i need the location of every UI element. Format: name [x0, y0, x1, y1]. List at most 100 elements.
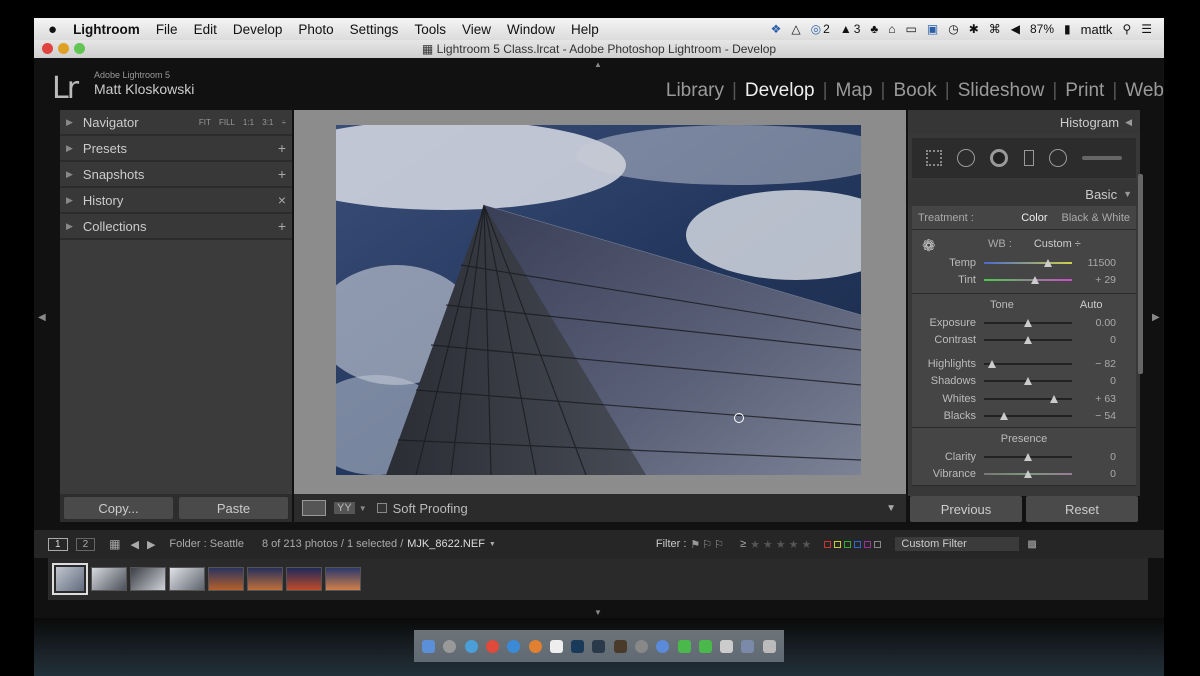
airplay-icon[interactable]: ▣ [927, 22, 938, 36]
slider-value[interactable]: + 63 [1072, 393, 1116, 405]
slider-value[interactable]: 0 [1072, 375, 1116, 387]
finder-icon[interactable] [422, 639, 436, 653]
close-window-button[interactable] [42, 43, 53, 54]
toolbar-content-menu-icon[interactable]: ▼ [886, 503, 896, 514]
notification-center-icon[interactable]: ☰ [1141, 22, 1152, 36]
building-photo[interactable] [336, 125, 861, 475]
menu-photo[interactable]: Photo [290, 22, 341, 37]
collapse-left-panel-icon[interactable]: ◀ [38, 312, 46, 323]
filmstrip-thumbnail[interactable] [246, 567, 283, 591]
color-label-filter[interactable] [824, 540, 882, 548]
file-dropdown-icon[interactable]: ▼ [489, 541, 496, 548]
slider-thumb[interactable] [1031, 275, 1040, 285]
star-rating-filter[interactable]: ★★★★★ [750, 538, 814, 551]
drive-icon[interactable]: △ [791, 22, 800, 36]
right-panel-scrollbar[interactable] [1138, 174, 1143, 374]
folder-source[interactable]: Folder : Seattle [169, 538, 244, 550]
menu-help[interactable]: Help [563, 22, 607, 37]
navigator-zoom-options[interactable]: FIT FILL 1:1 3:1 ÷ [199, 118, 286, 127]
menu-edit[interactable]: Edit [186, 22, 225, 37]
slider-track[interactable] [984, 318, 1072, 327]
menu-develop[interactable]: Develop [225, 22, 291, 37]
filmstrip-thumbnail[interactable] [51, 563, 88, 595]
module-library[interactable]: Library [658, 80, 732, 102]
module-map[interactable]: Map [828, 80, 881, 102]
paste-settings-button[interactable]: Paste [179, 497, 288, 519]
calendar-icon[interactable] [549, 639, 563, 653]
spotlight-search-icon[interactable]: ⚲ [1122, 22, 1131, 36]
slider-thumb[interactable] [1000, 411, 1009, 421]
history-header[interactable]: ▶ History × [60, 188, 292, 214]
wb-selector-eyedropper-icon[interactable]: ❁ [922, 236, 935, 256]
flag-filter-icons[interactable]: ⚑⚐⚐ [690, 538, 726, 551]
display-icon[interactable]: ▭ [906, 22, 917, 36]
collections-header[interactable]: ▶ Collections + [60, 214, 292, 240]
loupe-view-icon[interactable] [302, 500, 326, 516]
slider-track[interactable] [984, 394, 1072, 403]
navigator-header[interactable]: ▶ Navigator FIT FILL 1:1 3:1 ÷ [60, 110, 292, 136]
slider-thumb[interactable] [1024, 452, 1032, 461]
slider-value[interactable]: − 82 [1072, 358, 1116, 370]
collapse-filmstrip-icon[interactable]: ▼ [594, 608, 602, 617]
previous-button[interactable]: Previous [910, 496, 1022, 522]
soft-proofing-checkbox[interactable] [376, 503, 387, 513]
chrome-icon[interactable] [485, 639, 499, 653]
add-snapshot-button[interactable]: + [278, 166, 286, 182]
wb-dropdown[interactable]: Custom ÷ [1034, 238, 1081, 250]
slider-thumb[interactable] [987, 359, 996, 368]
menu-view[interactable]: View [454, 22, 499, 37]
filter-lock-icon[interactable]: ▩ [1027, 539, 1036, 550]
app-store-icon[interactable] [507, 639, 521, 653]
clear-history-button[interactable]: × [278, 192, 286, 208]
module-book[interactable]: Book [885, 80, 944, 102]
dropbox-icon[interactable]: ❖ [771, 22, 782, 36]
slider-track[interactable] [984, 258, 1072, 267]
slider-track[interactable] [984, 276, 1072, 285]
adjustment-brush-icon[interactable] [1082, 156, 1123, 160]
slider-thumb[interactable] [1024, 469, 1032, 479]
messages-icon[interactable] [677, 639, 691, 653]
slider-track[interactable] [984, 359, 1072, 368]
filmstrip-thumbnail[interactable] [324, 567, 361, 591]
screenflow-icon[interactable] [720, 639, 734, 653]
add-collection-button[interactable]: + [278, 218, 286, 234]
slider-value[interactable]: − 54 [1072, 410, 1116, 422]
presets-header[interactable]: ▶ Presets + [60, 136, 292, 162]
grid-view-icon[interactable]: ▦ [109, 537, 120, 551]
selected-file-name[interactable]: MJK_8622.NEF [407, 538, 485, 550]
histogram-header[interactable]: Histogram ◀ [908, 110, 1140, 134]
itunes-icon[interactable] [656, 639, 670, 653]
menu-settings[interactable]: Settings [342, 22, 407, 37]
home-icon[interactable]: ⌂ [888, 22, 895, 36]
slider-track[interactable] [984, 336, 1072, 345]
image-display-area[interactable] [294, 110, 906, 494]
forward-arrow-icon[interactable]: ▶ [147, 538, 155, 551]
trash-icon[interactable] [762, 639, 776, 653]
downloads-icon[interactable] [741, 639, 755, 653]
facetime-icon[interactable] [698, 639, 712, 653]
bridge-icon[interactable] [613, 639, 627, 653]
menu-tools[interactable]: Tools [406, 22, 454, 37]
slider-track[interactable] [984, 452, 1072, 461]
treatment-color-button[interactable]: Color [1021, 212, 1047, 224]
snapshots-header[interactable]: ▶ Snapshots + [60, 162, 292, 188]
menu-window[interactable]: Window [499, 22, 563, 37]
copy-settings-button[interactable]: Copy... [64, 497, 173, 519]
evernote-icon[interactable]: ♣ [870, 22, 878, 36]
slider-track[interactable] [984, 377, 1072, 386]
slider-value[interactable]: 0 [1072, 334, 1116, 346]
slider-thumb[interactable] [1050, 394, 1059, 403]
view-mode-dropdown-icon[interactable]: ▼ [359, 504, 367, 513]
volume-icon[interactable]: ◀ [1011, 22, 1020, 36]
adobe-icon[interactable]: ▲ [840, 22, 852, 36]
slider-value[interactable]: + 29 [1072, 274, 1116, 286]
bluetooth-icon[interactable]: ✱ [969, 22, 979, 36]
user-name[interactable]: mattk [1081, 22, 1113, 37]
preferences-icon[interactable] [634, 639, 648, 653]
rating-operator[interactable]: ≥ [740, 538, 746, 550]
module-develop[interactable]: Develop [737, 80, 823, 102]
photoshop-icon[interactable] [571, 639, 585, 653]
main-window-button[interactable]: 1 [48, 537, 68, 551]
collapse-right-panel-icon[interactable]: ▶ [1152, 312, 1160, 323]
slider-value[interactable]: 0.00 [1072, 317, 1116, 329]
